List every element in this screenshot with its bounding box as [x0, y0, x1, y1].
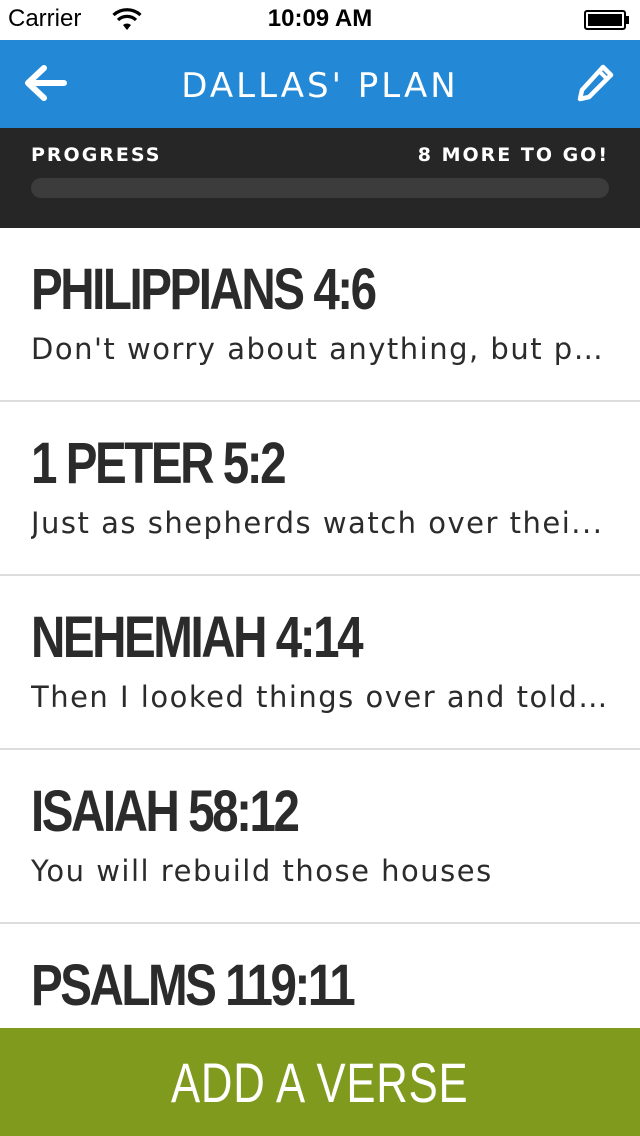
verse-preview: You will rebuild those houses — [31, 854, 493, 888]
verse-reference: PHILIPPIANS 4:6 — [31, 257, 377, 322]
verse-reference: NEHEMIAH 4:14 — [31, 605, 364, 670]
verse-item[interactable]: PHILIPPIANS 4:6 Don't worry about anythi… — [0, 228, 640, 402]
page-title: DALLAS' PLAN — [181, 66, 459, 106]
verse-item[interactable]: NEHEMIAH 4:14 Then I looked things over … — [0, 576, 640, 750]
verse-preview: Then I looked things over and told ... — [31, 680, 609, 714]
verse-reference: ISAIAH 58:12 — [31, 779, 300, 844]
progress-panel: PROGRESS 8 MORE TO GO! — [0, 128, 640, 228]
progress-remaining: 8 MORE TO GO! — [417, 144, 609, 166]
verse-item[interactable]: PSALMS 119:11 — [0, 924, 640, 1028]
verse-item[interactable]: 1 PETER 5:2 Just as shepherds watch over… — [0, 402, 640, 576]
verse-preview: Just as shepherds watch over thei... — [31, 506, 604, 540]
edit-button[interactable] — [568, 58, 622, 112]
battery-icon — [584, 10, 630, 30]
progress-label: PROGRESS — [31, 144, 162, 166]
back-button[interactable] — [18, 58, 72, 112]
progress-bar — [31, 178, 609, 198]
verse-list: PHILIPPIANS 4:6 Don't worry about anythi… — [0, 228, 640, 1028]
verse-reference: 1 PETER 5:2 — [31, 431, 287, 496]
status-bar: Carrier 10:09 AM — [0, 0, 640, 40]
arrow-left-icon — [22, 63, 68, 108]
verse-preview: Don't worry about anything, but pr... — [31, 332, 609, 366]
verse-item[interactable]: ISAIAH 58:12 You will rebuild those hous… — [0, 750, 640, 924]
status-time: 10:09 AM — [267, 5, 373, 32]
pencil-icon — [575, 63, 615, 108]
nav-bar: DALLAS' PLAN — [0, 40, 640, 128]
add-verse-button[interactable]: ADD A VERSE — [0, 1028, 640, 1136]
verse-reference: PSALMS 119:11 — [31, 953, 356, 1018]
add-verse-label: ADD A VERSE — [171, 1050, 469, 1114]
